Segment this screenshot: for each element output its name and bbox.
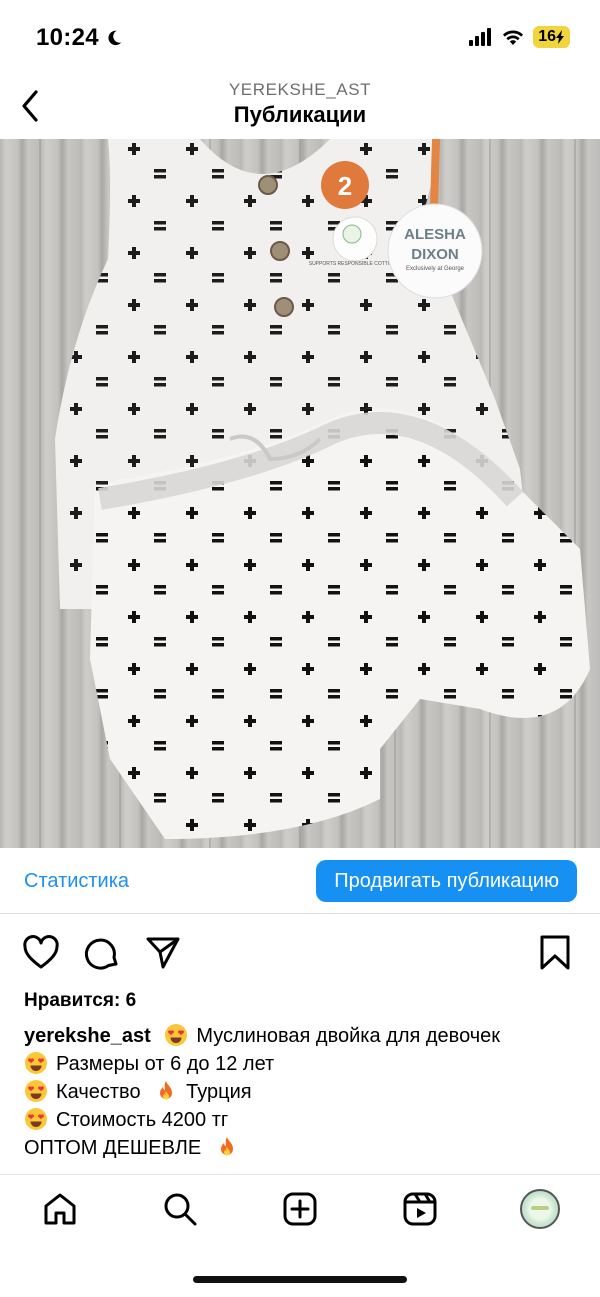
create-icon bbox=[283, 1192, 317, 1226]
post-photo[interactable]: 2 SUPPORTS RESPONSIBLE COTTON ALESHA DIX… bbox=[0, 139, 600, 848]
battery-level: 16 bbox=[538, 28, 556, 45]
fire-emoji-icon bbox=[220, 1137, 233, 1156]
bookmark-icon[interactable] bbox=[536, 934, 574, 972]
caption-text-2: Размеры от 6 до 12 лет bbox=[56, 1053, 275, 1075]
cotton-text: SUPPORTS RESPONSIBLE COTTON bbox=[309, 261, 396, 267]
header-username[interactable]: YEREKSHE_AST bbox=[0, 80, 600, 100]
caption-line-3: Качество Турция bbox=[24, 1078, 584, 1106]
avatar bbox=[520, 1189, 560, 1229]
caption-text-1: Муслиновая двойка для девочек bbox=[196, 1025, 501, 1047]
status-time: 10:24 bbox=[36, 24, 99, 51]
promote-button[interactable]: Продвигать публикацию bbox=[316, 860, 577, 902]
page-title: Публикации bbox=[233, 102, 367, 127]
tab-search[interactable] bbox=[160, 1189, 200, 1229]
heart-eyes-emoji-icon bbox=[25, 1080, 47, 1102]
tab-reels[interactable] bbox=[400, 1189, 440, 1229]
caption-line-4: Стоимость 4200 тг bbox=[24, 1106, 584, 1134]
comment-icon[interactable] bbox=[83, 934, 121, 972]
reels-icon bbox=[403, 1192, 437, 1226]
garment-illustration: 2 SUPPORTS RESPONSIBLE COTTON ALESHA DIX… bbox=[39, 139, 590, 848]
caption-username[interactable]: yerekshe_ast bbox=[24, 1025, 151, 1047]
tag-line2: DIXON bbox=[411, 246, 459, 263]
home-indicator bbox=[193, 1276, 407, 1283]
caption-text-3: Качество bbox=[56, 1081, 141, 1103]
caption-line-5: ОПТОМ ДЕШЕВЛЕ bbox=[24, 1134, 584, 1162]
heart-eyes-emoji-icon bbox=[25, 1108, 47, 1130]
fire-emoji-icon bbox=[160, 1081, 173, 1100]
tab-profile[interactable] bbox=[520, 1189, 560, 1229]
caption-text-4: Стоимость 4200 тг bbox=[56, 1109, 229, 1131]
post-actions bbox=[0, 922, 600, 982]
heart-eyes-emoji-icon bbox=[165, 1024, 188, 1046]
tag-line3: Exclusively at George bbox=[406, 266, 465, 272]
heart-icon[interactable] bbox=[22, 934, 60, 972]
signal-icon bbox=[469, 28, 492, 46]
caption-text-3b: Турция bbox=[186, 1081, 252, 1103]
post-caption: yerekshe_ast Муслиновая двойка для девоч… bbox=[24, 1022, 584, 1162]
share-icon[interactable] bbox=[144, 934, 182, 972]
badge-number: 2 bbox=[338, 171, 352, 201]
home-icon bbox=[44, 1193, 76, 1225]
caption-text-5: ОПТОМ ДЕШЕВЛЕ bbox=[24, 1137, 202, 1159]
charging-icon bbox=[556, 30, 564, 44]
page-header: YEREKSHE_AST Публикации bbox=[0, 76, 600, 138]
likes-count[interactable]: Нравится: 6 bbox=[24, 990, 136, 1012]
battery-badge: 16 bbox=[533, 26, 570, 48]
status-indicators: 16 bbox=[469, 26, 570, 48]
moon-icon bbox=[108, 30, 122, 46]
caption-line-2: Размеры от 6 до 12 лет bbox=[24, 1050, 584, 1078]
tab-home[interactable] bbox=[40, 1189, 80, 1229]
status-bar: 10:24 16 bbox=[0, 0, 600, 76]
tab-create[interactable] bbox=[280, 1189, 320, 1229]
heart-eyes-emoji-icon bbox=[25, 1052, 47, 1074]
bottom-tab-bar bbox=[0, 1174, 600, 1252]
search-icon bbox=[164, 1193, 197, 1226]
insights-row: Статистика Продвигать публикацию bbox=[0, 848, 600, 914]
status-time-group: 10:24 bbox=[36, 24, 123, 52]
stats-link[interactable]: Статистика bbox=[24, 870, 129, 893]
tag-line1: ALESHA bbox=[404, 226, 466, 243]
wifi-icon bbox=[503, 30, 524, 45]
caption-line-1: yerekshe_ast Муслиновая двойка для девоч… bbox=[24, 1022, 584, 1050]
